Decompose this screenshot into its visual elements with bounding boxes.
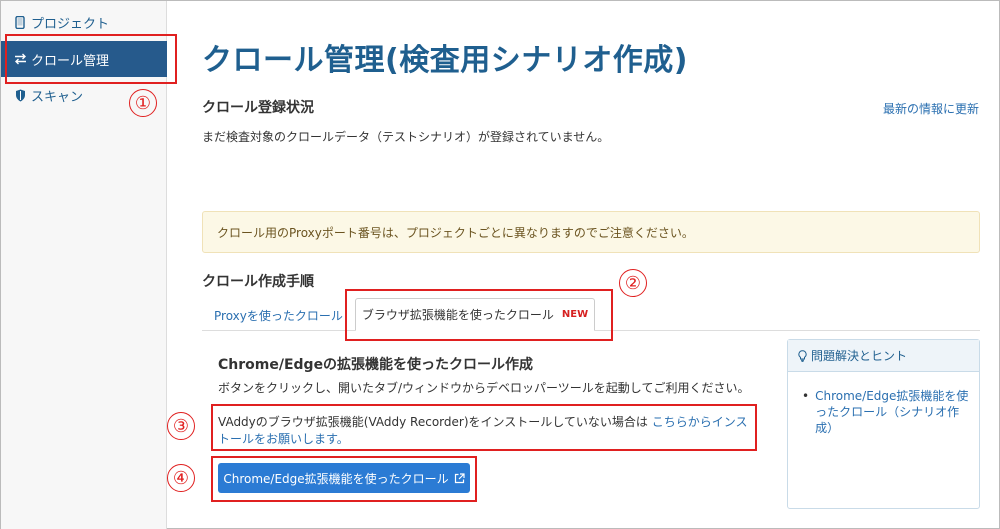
tablet-icon: [13, 15, 27, 29]
hint-item: • Chrome/Edge拡張機能を使ったクロール（シナリオ作成）: [788, 372, 979, 436]
hint-panel-title: 問題解決とヒント: [811, 349, 908, 363]
notice-text: クロール用のProxyポート番号は、プロジェクトごとに異なりますのでご注意くださ…: [217, 225, 694, 240]
sidebar-item-label: スキャン: [31, 89, 84, 105]
hint-panel: 問題解決とヒント • Chrome/Edge拡張機能を使ったクロール（シナリオ作…: [787, 339, 980, 509]
annotation-number-3: ③: [167, 412, 195, 440]
section-text: ボタンをクリックし、開いたタブ/ウィンドウからデベロッパーツールを起動してご利用…: [218, 381, 750, 395]
annotation-box-4: [211, 456, 477, 502]
hint-link[interactable]: Chrome/Edge拡張機能を使ったクロール（シナリオ作成）: [815, 388, 969, 436]
lightbulb-icon: [798, 349, 807, 362]
sidebar-item-label: プロジェクト: [31, 16, 110, 32]
hint-panel-header: 問題解決とヒント: [788, 340, 979, 372]
shield-icon: [13, 89, 27, 102]
refresh-link[interactable]: 最新の情報に更新: [883, 100, 979, 117]
status-text: まだ検査対象のクロールデータ（テストシナリオ）が登録されていません。: [202, 130, 610, 144]
section-heading: Chrome/Edgeの拡張機能を使ったクロール作成: [218, 357, 534, 373]
tab-proxy-crawl[interactable]: Proxyを使ったクロール: [214, 307, 343, 324]
proxy-notice: クロール用のProxyポート番号は、プロジェクトごとに異なりますのでご注意くださ…: [202, 211, 980, 253]
steps-heading: クロール作成手順: [202, 274, 314, 290]
annotation-box-3: [211, 404, 757, 451]
annotation-box-2: [345, 289, 613, 341]
annotation-number-2: ②: [619, 269, 647, 297]
page-title: クロール管理(検査用シナリオ作成): [202, 43, 688, 78]
annotation-number-1: ①: [129, 89, 157, 117]
status-heading: クロール登録状況: [202, 100, 314, 116]
bullet: •: [802, 389, 810, 403]
annotation-box-1: [5, 34, 177, 84]
annotation-number-4: ④: [167, 464, 195, 492]
